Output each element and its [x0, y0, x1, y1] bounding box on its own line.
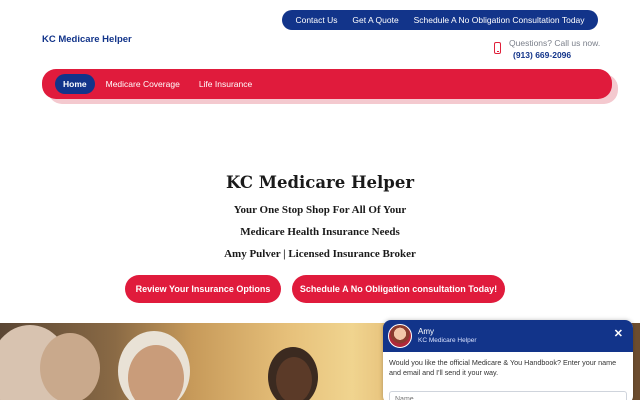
agent-avatar — [388, 324, 412, 348]
chat-header: Amy KC Medicare Helper ✕ — [383, 320, 633, 352]
chat-name-input[interactable] — [389, 391, 627, 400]
chat-agent-org: KC Medicare Helper — [418, 337, 477, 344]
main-navigation: Home Medicare Coverage Life Insurance — [42, 69, 612, 99]
nav-home[interactable]: Home — [55, 74, 95, 94]
chat-message: Would you like the official Medicare & Y… — [389, 358, 617, 378]
chat-agent-name: Amy — [418, 327, 434, 336]
chat-widget: Amy KC Medicare Helper ✕ Would you like … — [383, 320, 633, 400]
call-question-text: Questions? Call us now. — [509, 38, 601, 48]
schedule-consultation-link[interactable]: Schedule A No Obligation Consultation To… — [414, 15, 585, 25]
nav-medicare-coverage[interactable]: Medicare Coverage — [106, 79, 180, 89]
hero-broker-line: Amy Pulver | Licensed Insurance Broker — [224, 248, 416, 260]
site-logo-text[interactable]: KC Medicare Helper — [42, 34, 132, 45]
hero-title: KC Medicare Helper — [225, 173, 415, 192]
contact-us-link[interactable]: Contact Us — [295, 15, 337, 25]
hero-tagline-line1: Your One Stop Shop For All Of Your — [233, 204, 407, 216]
review-options-button[interactable]: Review Your Insurance Options — [125, 275, 281, 303]
get-a-quote-link[interactable]: Get A Quote — [352, 15, 398, 25]
schedule-consultation-button[interactable]: Schedule A No Obligation consultation To… — [292, 275, 505, 303]
close-icon[interactable]: ✕ — [614, 329, 623, 340]
hero-tagline-line2: Medicare Health Insurance Needs — [240, 226, 400, 238]
phone-icon — [494, 42, 501, 54]
nav-life-insurance[interactable]: Life Insurance — [199, 79, 252, 89]
call-us-block: Questions? Call us now. (913) 669-2096 — [492, 38, 612, 62]
phone-number-link[interactable]: (913) 669-2096 — [513, 50, 571, 60]
top-utility-nav: Contact Us Get A Quote Schedule A No Obl… — [282, 10, 598, 30]
